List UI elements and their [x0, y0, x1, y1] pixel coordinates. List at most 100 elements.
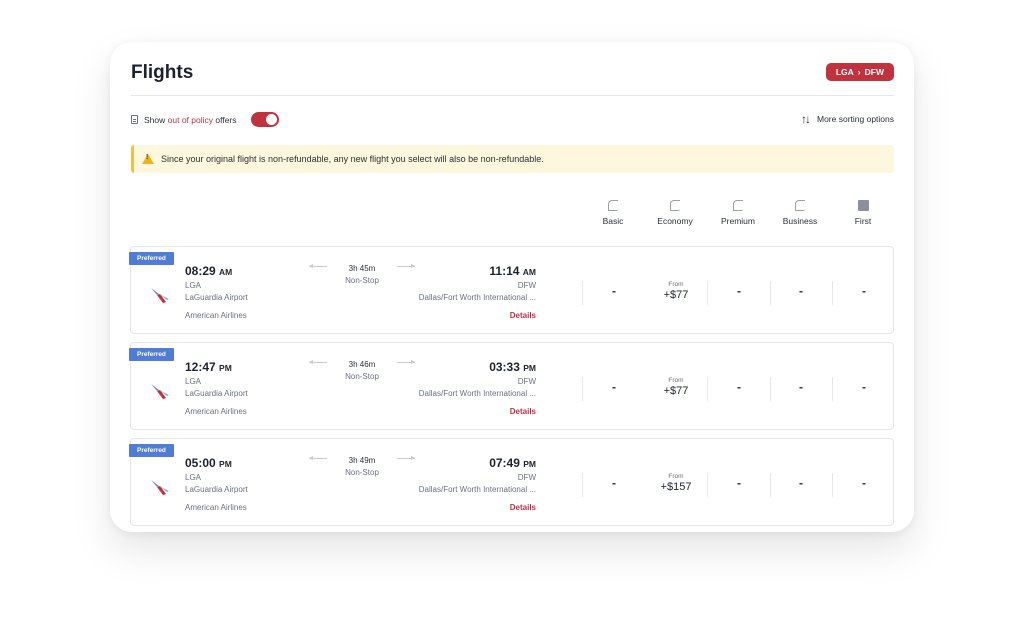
first-seat-icon	[857, 200, 869, 211]
class-header-economy: Economy	[645, 200, 705, 226]
fare-basic[interactable]: -	[584, 439, 644, 527]
arrival-time-value: 11:14	[489, 264, 520, 278]
departure-time-value: 05:00	[185, 456, 216, 470]
fare-divider	[832, 377, 833, 401]
sort-label: More sorting options	[816, 114, 894, 124]
fare-value: -	[612, 476, 616, 490]
carrier-name: American Airlines	[185, 503, 247, 512]
class-header-basic: Basic	[583, 200, 643, 226]
header-divider	[131, 95, 894, 96]
fare-economy[interactable]: From +$77	[646, 247, 706, 335]
american-airlines-logo-icon	[151, 288, 169, 303]
preferred-badge: Preferred	[129, 348, 174, 361]
fare-value: -	[737, 380, 741, 394]
flight-duration: 3h 45m	[348, 264, 376, 273]
document-icon	[131, 115, 138, 124]
out-of-policy-toggle[interactable]	[250, 112, 279, 127]
basic-seat-icon	[608, 200, 618, 211]
fare-value: -	[799, 380, 803, 394]
fare-value: +$77	[663, 289, 689, 301]
class-label: Premium	[720, 216, 755, 226]
toggle-knob	[265, 114, 277, 125]
class-label: First	[854, 216, 872, 226]
details-link[interactable]: Details	[510, 503, 536, 512]
class-header-premium: Premium	[708, 200, 768, 226]
arrival-ampm: PM	[523, 363, 536, 373]
arrival-airport: Dallas/Fort Worth International ...	[418, 389, 536, 398]
arrival-airport: Dallas/Fort Worth International ...	[418, 485, 536, 494]
arrival-ampm: AM	[522, 267, 536, 277]
fare-economy[interactable]: From +$77	[646, 343, 706, 431]
class-label: Business	[782, 216, 818, 226]
refund-warning: Since your original flight is non-refund…	[131, 145, 894, 173]
departure-code: LGA	[185, 377, 202, 386]
warning-icon	[142, 154, 154, 164]
fare-value: -	[737, 476, 741, 490]
arrow-right-icon	[397, 360, 415, 364]
details-link[interactable]: Details	[510, 311, 536, 320]
class-header-first: First	[833, 200, 893, 226]
departure-code: LGA	[185, 473, 202, 482]
route-origin: LGA	[835, 67, 854, 77]
flight-stops: Non-Stop	[345, 468, 379, 477]
class-label: Economy	[657, 216, 693, 226]
arrival-time: 11:14 AM	[489, 264, 536, 278]
route-badge[interactable]: LGA › DFW	[825, 63, 894, 81]
flight-duration: 3h 49m	[348, 456, 376, 465]
fare-business[interactable]: -	[771, 439, 831, 527]
arrow-left-icon	[309, 456, 327, 460]
fare-from-label: From	[668, 473, 684, 480]
fare-divider	[707, 473, 708, 497]
fare-economy[interactable]: From +$157	[646, 439, 706, 527]
arrival-ampm: PM	[523, 459, 536, 469]
arrival-time-value: 07:49	[489, 456, 520, 470]
fare-first[interactable]: -	[834, 439, 894, 527]
route-destination: DFW	[864, 67, 884, 77]
business-seat-icon	[795, 200, 805, 211]
departure-airport: LaGuardia Airport	[185, 485, 248, 494]
fare-premium[interactable]: -	[709, 247, 769, 335]
fare-divider	[832, 281, 833, 305]
fare-premium[interactable]: -	[709, 439, 769, 527]
policy-prefix: Show	[144, 114, 166, 125]
preferred-badge: Preferred	[129, 444, 174, 457]
sort-options[interactable]: ↑↓ More sorting options	[801, 112, 894, 126]
premium-seat-icon	[733, 200, 743, 211]
fare-value: -	[862, 476, 866, 490]
departure-time: 05:00 PM	[185, 456, 232, 470]
flight-duration: 3h 46m	[348, 360, 376, 369]
departure-code: LGA	[185, 281, 202, 290]
fare-first[interactable]: -	[834, 343, 894, 431]
flight-row[interactable]: Preferred 05:00 PM LGA LaGuardia Airport…	[129, 438, 894, 527]
fare-business[interactable]: -	[771, 343, 831, 431]
fare-first[interactable]: -	[834, 247, 894, 335]
details-link[interactable]: Details	[510, 407, 536, 416]
arrival-time: 03:33 PM	[489, 360, 536, 374]
departure-time-value: 08:29	[185, 264, 216, 278]
fare-basic[interactable]: -	[584, 247, 644, 335]
fare-value: -	[799, 284, 803, 298]
flight-row[interactable]: Preferred 12:47 PM LGA LaGuardia Airport…	[129, 342, 894, 431]
american-airlines-logo-icon	[151, 384, 169, 399]
flight-row[interactable]: Preferred 08:29 AM LGA LaGuardia Airport…	[129, 246, 894, 335]
arrival-time-value: 03:33	[489, 360, 520, 374]
fare-divider	[582, 473, 583, 497]
policy-label: Show out of policy offers	[144, 115, 237, 125]
policy-filter: Show out of policy offers	[131, 112, 279, 127]
policy-highlight: out of policy	[167, 114, 214, 125]
flight-stops: Non-Stop	[345, 372, 379, 381]
arrival-code: DFW	[517, 377, 536, 386]
fare-value: -	[612, 284, 616, 298]
class-header-business: Business	[770, 200, 830, 226]
fare-divider	[832, 473, 833, 497]
fare-premium[interactable]: -	[709, 343, 769, 431]
departure-ampm: AM	[219, 267, 233, 277]
arrival-airport: Dallas/Fort Worth International ...	[418, 293, 536, 302]
fare-basic[interactable]: -	[584, 343, 644, 431]
american-airlines-logo-icon	[151, 480, 169, 495]
fare-divider	[582, 281, 583, 305]
fare-value: +$77	[663, 385, 689, 397]
warning-text: Since your original flight is non-refund…	[161, 154, 544, 164]
fare-business[interactable]: -	[771, 247, 831, 335]
class-label: Basic	[602, 216, 624, 226]
